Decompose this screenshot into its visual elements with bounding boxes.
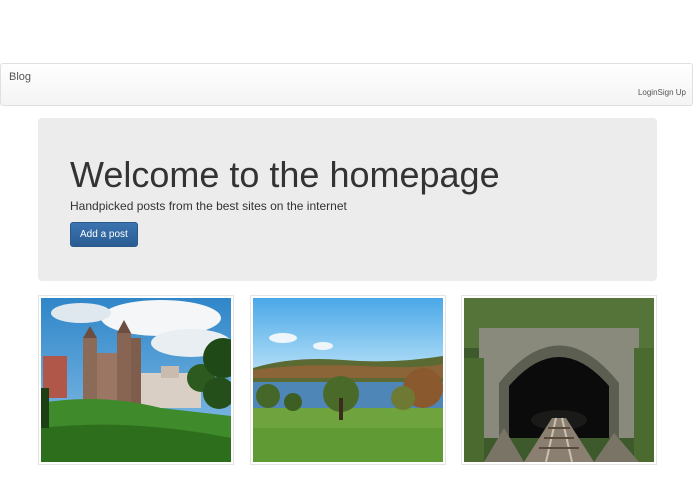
railway-tunnel-photo[interactable]	[464, 298, 654, 462]
nav-links: LoginSign Up	[638, 88, 686, 97]
post-card[interactable]	[461, 295, 657, 465]
add-post-button[interactable]: Add a post	[70, 222, 138, 247]
page-title: Welcome to the homepage	[70, 154, 500, 195]
castle-photo[interactable]	[41, 298, 231, 462]
login-link[interactable]: Login	[638, 88, 658, 97]
page-subtitle: Handpicked posts from the best sites on …	[70, 199, 347, 213]
navbar: Blog LoginSign Up	[0, 63, 693, 106]
signup-link[interactable]: Sign Up	[658, 88, 686, 97]
post-card[interactable]	[250, 295, 446, 465]
brand-link[interactable]: Blog	[9, 71, 31, 83]
lake-landscape-photo[interactable]	[253, 298, 443, 462]
jumbotron: Welcome to the homepage Handpicked posts…	[38, 118, 657, 281]
post-card[interactable]	[38, 295, 234, 465]
